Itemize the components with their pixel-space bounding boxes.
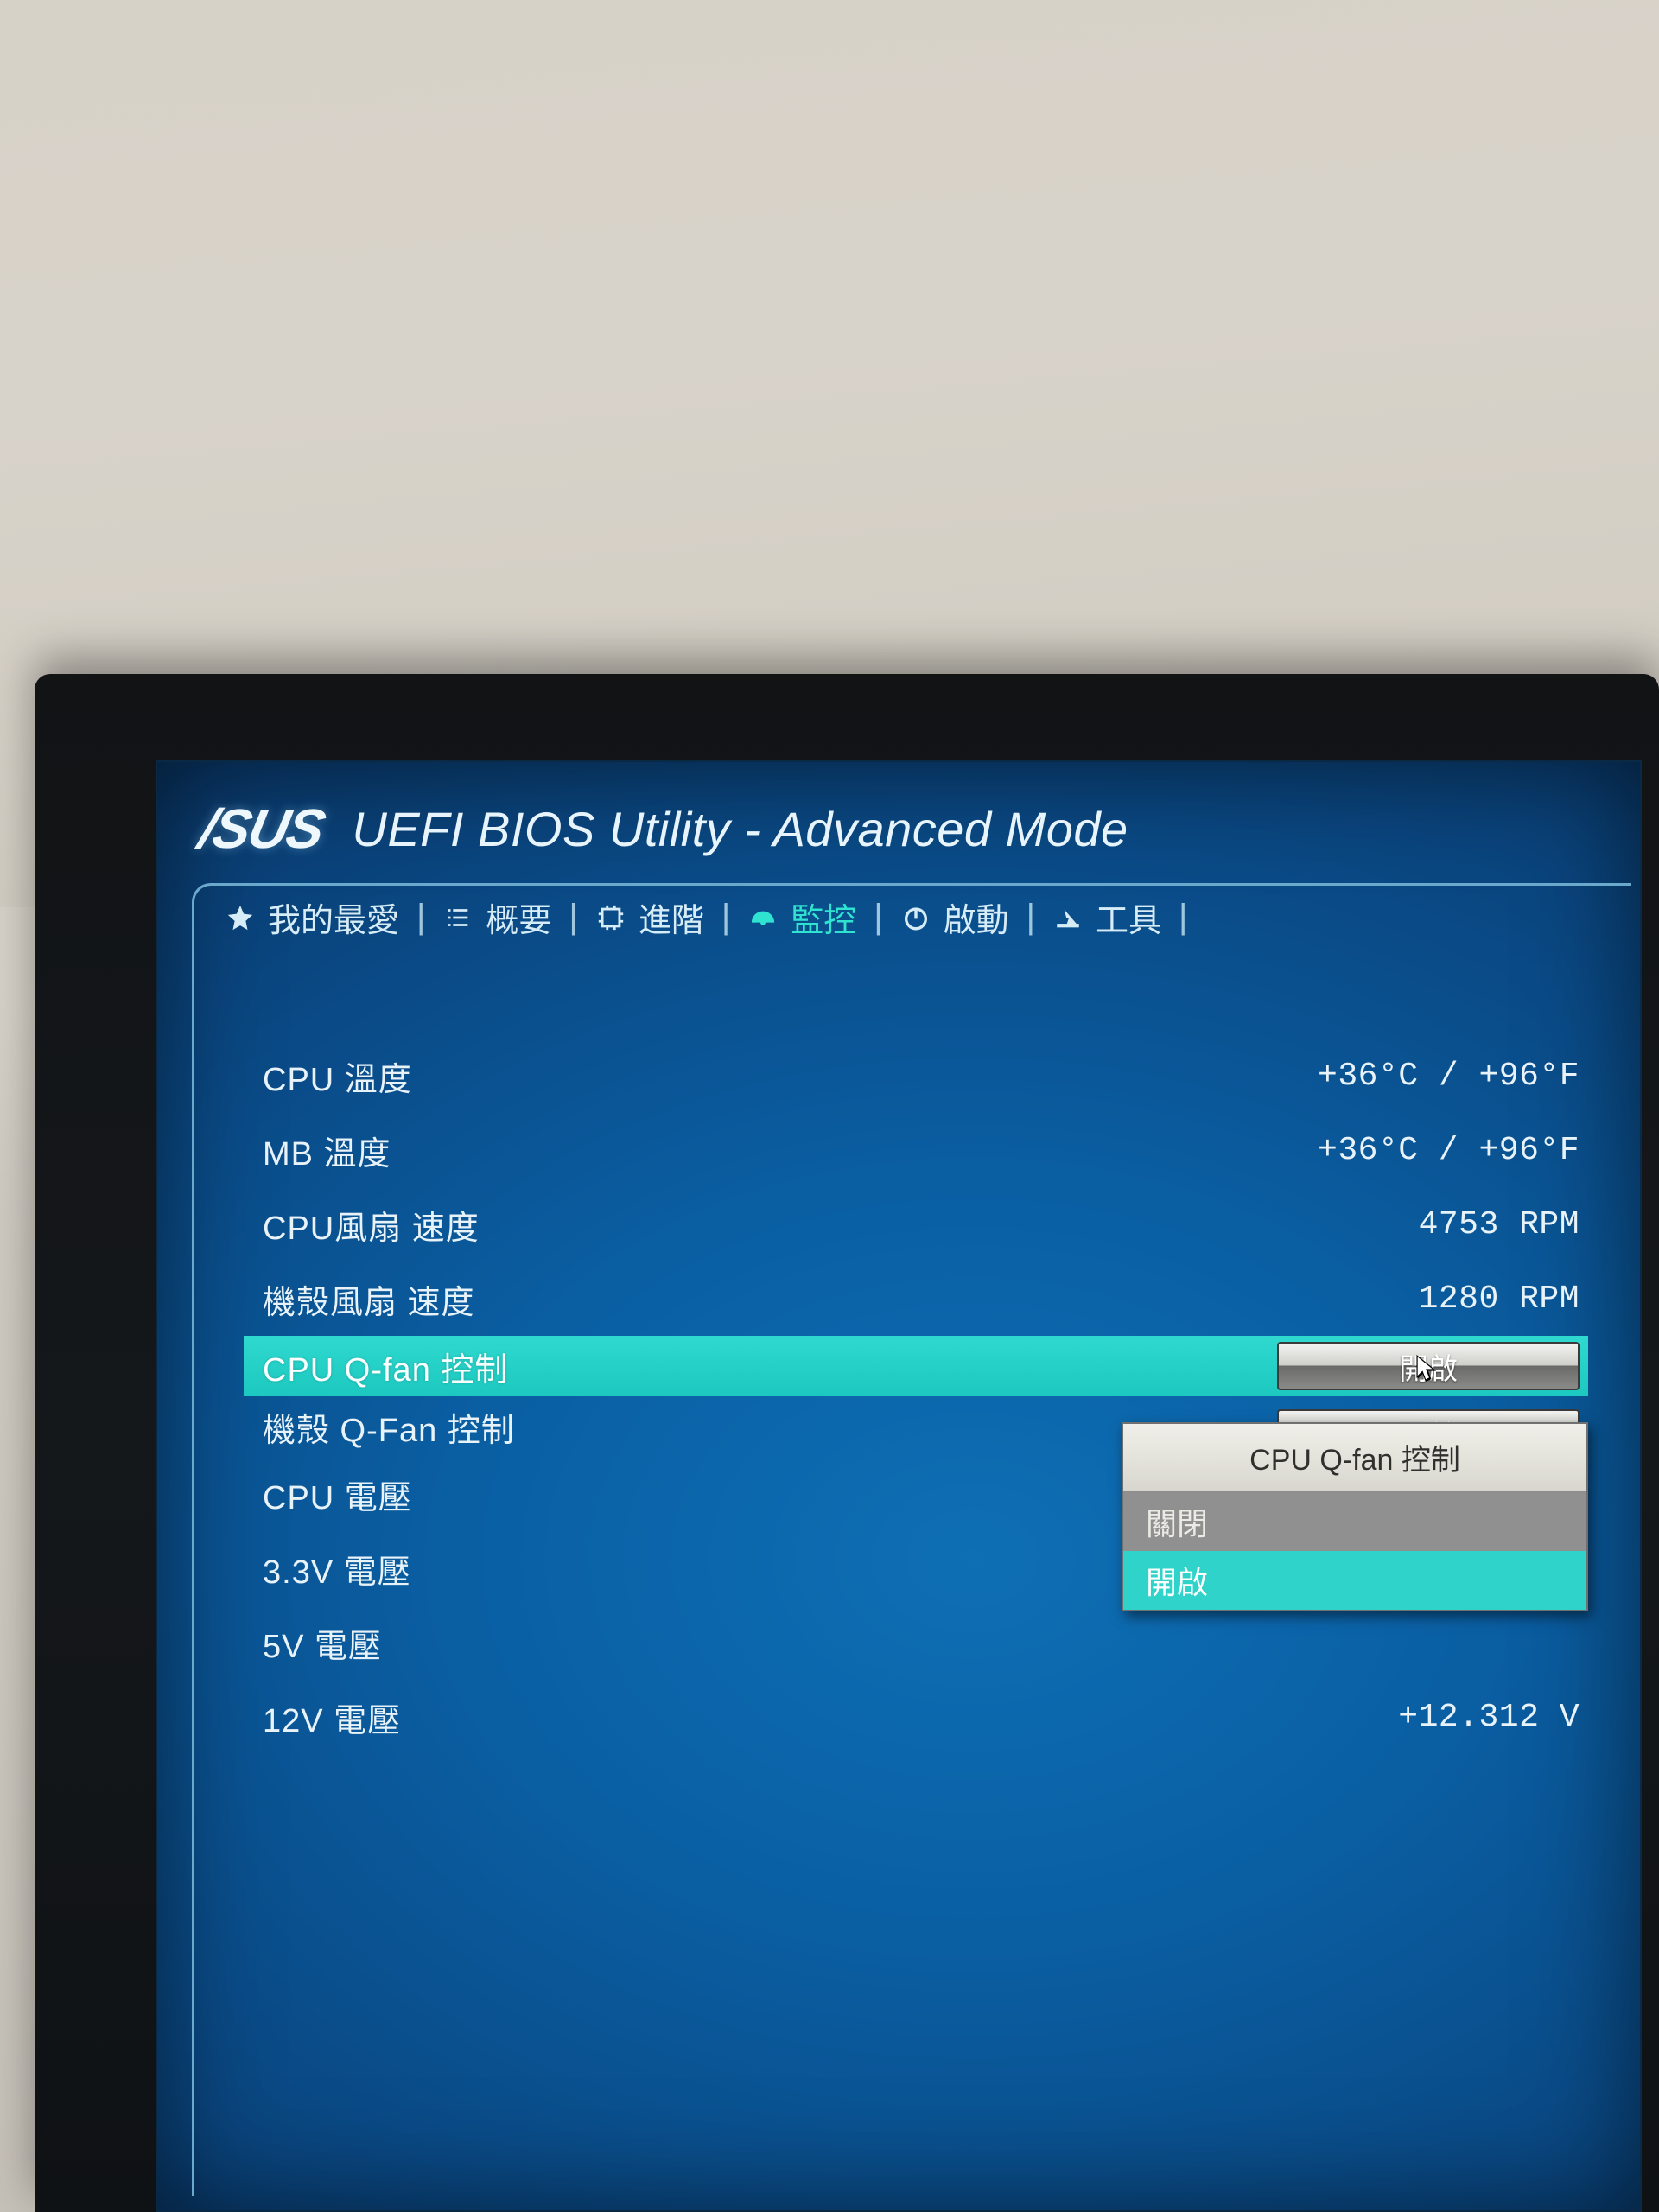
row-mb-temp[interactable]: MB 溫度 +36°C / +96°F: [244, 1113, 1588, 1187]
popup-option-off[interactable]: 關閉: [1123, 1492, 1586, 1551]
monitor-settings-list: CPU 溫度 +36°C / +96°F MB 溫度 +36°C / +96°F…: [157, 1039, 1640, 1754]
mb-temp-label: MB 溫度: [263, 1127, 391, 1174]
row-12v[interactable]: 12V 電壓 +12.312 V: [244, 1680, 1588, 1754]
popup-option-on[interactable]: 開啟: [1123, 1551, 1586, 1610]
tab-favorites[interactable]: 我的最愛: [218, 888, 406, 946]
asus-logo: /SUS: [194, 797, 329, 861]
gauge-icon: [747, 902, 779, 933]
bios-screen: /SUS UEFI BIOS Utility - Advanced Mode 我…: [156, 760, 1642, 2212]
row-chassis-fan[interactable]: 機殼風扇 速度 1280 RPM: [244, 1262, 1588, 1336]
monitor-bezel: /SUS UEFI BIOS Utility - Advanced Mode 我…: [35, 674, 1659, 2212]
chassis-qfan-label: 機殼 Q-Fan 控制: [263, 1403, 515, 1451]
tab-favorites-label: 我的最愛: [268, 893, 399, 941]
row-5v[interactable]: 5V 電壓: [244, 1605, 1588, 1680]
chip-icon: [595, 902, 626, 933]
tab-separator: |: [406, 898, 435, 937]
v12-value: +12.312 V: [1398, 1699, 1580, 1736]
row-chassis-qfan[interactable]: 機殼 Q-Fan 控制 開啟 CPU Q-fan 控制 關閉 開啟: [244, 1396, 1588, 1457]
tab-main-label: 概要: [486, 893, 551, 941]
tab-separator: |: [863, 898, 893, 937]
popup-title: CPU Q-fan 控制: [1123, 1424, 1586, 1492]
cpu-temp-label: CPU 溫度: [263, 1052, 412, 1100]
v3-3-label: 3.3V 電壓: [263, 1545, 411, 1592]
row-cpu-fan[interactable]: CPU風扇 速度 4753 RPM: [244, 1187, 1588, 1262]
bios-title: UEFI BIOS Utility - Advanced Mode: [352, 801, 1128, 857]
tab-advanced[interactable]: 進階: [588, 888, 711, 946]
cpu-qfan-popup: CPU Q-fan 控制 關閉 開啟: [1122, 1422, 1588, 1611]
row-cpu-temp[interactable]: CPU 溫度 +36°C / +96°F: [244, 1039, 1588, 1113]
cpu-qfan-label: CPU Q-fan 控制: [263, 1343, 508, 1390]
cpu-fan-value: 4753 RPM: [1419, 1206, 1580, 1243]
star-icon: [225, 902, 256, 933]
tab-boot[interactable]: 啟動: [893, 888, 1016, 946]
chassis-fan-label: 機殼風扇 速度: [263, 1275, 475, 1323]
cpu-voltage-label: CPU 電壓: [263, 1471, 412, 1518]
tab-boot-label: 啟動: [944, 893, 1009, 941]
bios-tabs: 我的最愛 | 概要 | 進階 | 監控: [157, 883, 1640, 957]
tab-separator: |: [558, 898, 588, 937]
tab-monitor-label: 監控: [791, 893, 856, 941]
power-icon: [900, 902, 931, 933]
mb-temp-value: +36°C / +96°F: [1318, 1132, 1580, 1169]
v5-label: 5V 電壓: [263, 1619, 382, 1667]
cpu-temp-value: +36°C / +96°F: [1318, 1058, 1580, 1095]
tab-separator: |: [711, 898, 741, 937]
tab-monitor[interactable]: 監控: [741, 888, 863, 946]
tab-separator: |: [1016, 898, 1046, 937]
tab-advanced-label: 進階: [639, 893, 704, 941]
tab-main[interactable]: 概要: [435, 888, 558, 946]
tab-tool-label: 工具: [1096, 893, 1161, 941]
chassis-fan-value: 1280 RPM: [1419, 1281, 1580, 1318]
bios-header: /SUS UEFI BIOS Utility - Advanced Mode: [157, 762, 1640, 883]
list-icon: [442, 902, 474, 933]
tab-tool[interactable]: 工具: [1046, 888, 1168, 946]
tool-icon: [1052, 902, 1084, 933]
row-cpu-qfan[interactable]: CPU Q-fan 控制 開啟: [244, 1336, 1588, 1396]
v12-label: 12V 電壓: [263, 1694, 401, 1741]
cpu-fan-label: CPU風扇 速度: [263, 1201, 480, 1249]
tab-separator: |: [1168, 898, 1198, 937]
